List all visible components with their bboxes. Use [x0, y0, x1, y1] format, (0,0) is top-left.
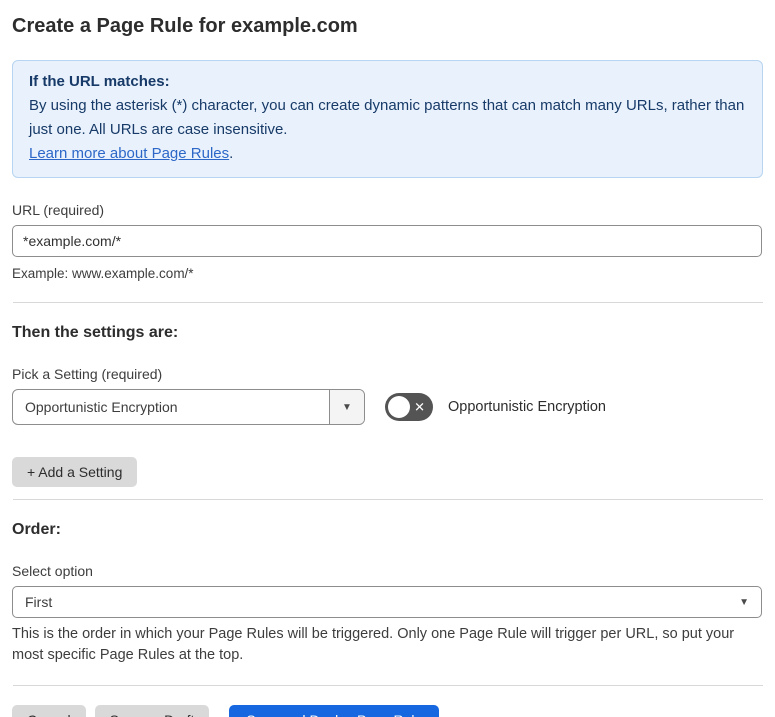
divider-settings	[12, 302, 763, 303]
info-box-heading: If the URL matches:	[29, 73, 170, 90]
divider-order	[12, 499, 763, 500]
pick-setting-label: Pick a Setting (required)	[12, 366, 163, 382]
order-select-value: First	[25, 594, 53, 610]
info-box-body-text: By using the asterisk (*) character, you…	[29, 97, 745, 138]
url-example-helper: Example: www.example.com/*	[12, 266, 194, 281]
toggle-knob	[388, 396, 410, 418]
setting-select-arrow-button[interactable]: ▼	[329, 390, 364, 424]
toggle-label: Opportunistic Encryption	[448, 399, 606, 415]
divider-footer	[12, 685, 763, 686]
url-field-label: URL (required)	[12, 202, 105, 218]
setting-row: Opportunistic Encryption ▼ ✕ Opportunist…	[12, 389, 763, 425]
setting-select[interactable]: Opportunistic Encryption ▼	[12, 389, 365, 425]
save-as-draft-button[interactable]: Save as Draft	[94, 705, 210, 717]
chevron-down-icon: ▼	[739, 596, 749, 608]
link-period: .	[229, 145, 234, 162]
order-select[interactable]: First ▼	[12, 586, 762, 618]
order-section-heading: Order:	[12, 521, 61, 538]
info-box-body: By using the asterisk (*) character, you…	[29, 94, 746, 142]
url-matches-info-box: If the URL matches: By using the asteris…	[12, 60, 763, 178]
add-setting-button[interactable]: + Add a Setting	[12, 457, 138, 487]
order-select-label: Select option	[12, 563, 93, 579]
settings-section-heading: Then the settings are:	[12, 324, 179, 341]
page-rule-form: Create a Page Rule for example.com If th…	[0, 0, 775, 717]
url-input[interactable]	[12, 225, 762, 257]
cancel-button[interactable]: Cancel	[12, 705, 86, 717]
opportunistic-encryption-toggle[interactable]: ✕	[385, 393, 433, 421]
save-and-deploy-button[interactable]: Save and Deploy Page Rule	[229, 705, 440, 717]
footer-actions: Cancel Save as Draft Save and Deploy Pag…	[12, 705, 763, 717]
toggle-off-x-icon: ✕	[414, 399, 425, 415]
order-helper-text: This is the order in which your Page Rul…	[12, 626, 735, 663]
chevron-down-icon: ▼	[342, 401, 352, 413]
page-title: Create a Page Rule for example.com	[12, 15, 358, 37]
info-box-link-line: Learn more about Page Rules.	[29, 142, 746, 166]
learn-more-link[interactable]: Learn more about Page Rules	[29, 145, 229, 162]
setting-select-value: Opportunistic Encryption	[25, 399, 178, 415]
